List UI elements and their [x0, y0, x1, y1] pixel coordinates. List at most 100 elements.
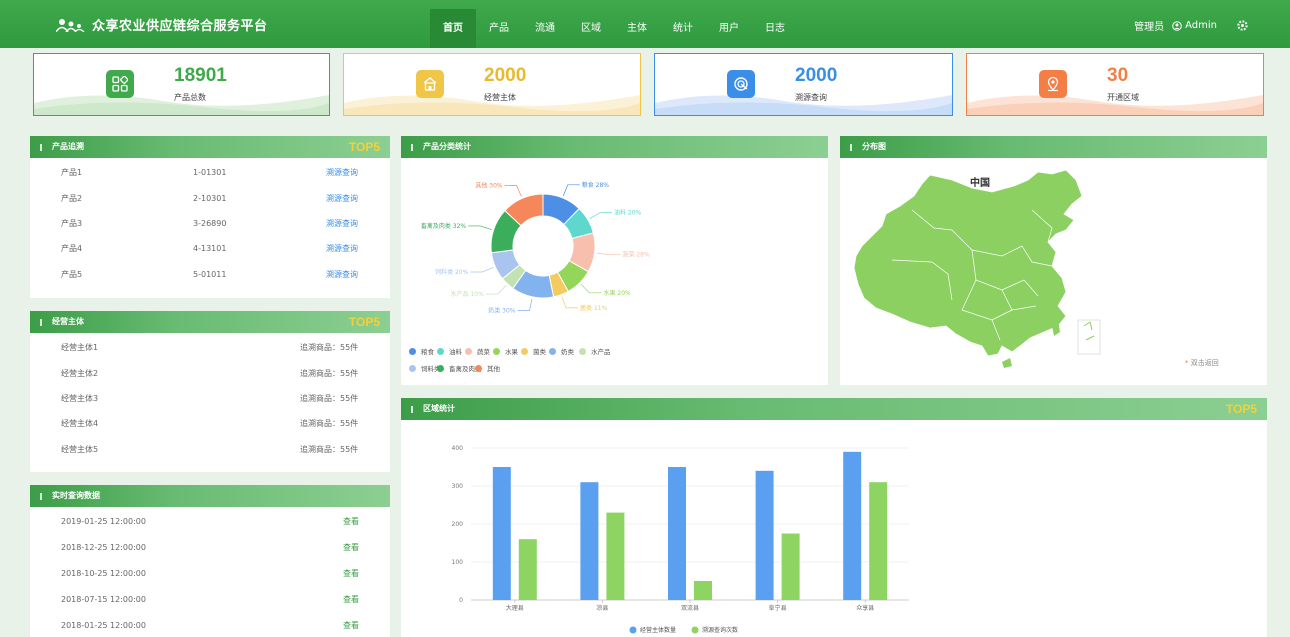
house-icon: [416, 70, 444, 98]
table-row: 产品1 1-01301 溯源查询: [30, 160, 390, 185]
legend-swatch: [409, 347, 416, 355]
settings-icon[interactable]: [1237, 20, 1248, 31]
donut-data-label: 畜禽及肉类 32%: [421, 222, 467, 230]
trace-query-link[interactable]: 溯源查询: [326, 186, 358, 211]
trace-query-link[interactable]: 溯源查询: [326, 236, 358, 261]
table-row: 产品2 2-10301 溯源查询: [30, 186, 390, 211]
trace-query-link[interactable]: 溯源查询: [326, 160, 358, 185]
table-row: 产品4 4-13101 溯源查询: [30, 236, 390, 261]
trace-query-link[interactable]: 溯源查询: [326, 262, 358, 287]
legend-swatch: [475, 364, 482, 372]
y-tick-label: 0: [459, 597, 463, 604]
region-bar-chart[interactable]: 0 100 200 300 400 大理县 凉县 双流县 阜宁县 众享县经营主体数量 溯源查询次数: [401, 420, 1267, 637]
legend-item[interactable]: 菌类: [521, 346, 546, 356]
legend-swatch: [409, 364, 416, 372]
nav-circulation[interactable]: 流通: [522, 9, 568, 48]
panel-title: 区域统计: [423, 404, 455, 413]
nav-entity[interactable]: 主体: [614, 9, 660, 48]
trace-query-link[interactable]: 溯源查询: [326, 211, 358, 236]
nav-region[interactable]: 区域: [568, 9, 614, 48]
stat-card-products[interactable]: 18901 产品总数: [33, 53, 330, 116]
list-item: 经营主体5 追溯商品：55件: [30, 437, 390, 462]
entity-name: 经营主体5: [61, 445, 99, 454]
bar-entities[interactable]: [580, 482, 599, 600]
view-link[interactable]: 查看: [343, 535, 359, 560]
bar-queries[interactable]: [694, 581, 712, 600]
product-name: 产品2: [61, 194, 83, 203]
top5-badge: TOP5: [348, 140, 380, 154]
legend-item[interactable]: 其他: [475, 363, 500, 373]
entity-info: 追溯商品：55件: [300, 445, 359, 454]
legend-label[interactable]: 溯源查询次数: [702, 626, 738, 634]
y-tick-label: 100: [452, 559, 464, 566]
donut-data-label: 其他 30%: [475, 182, 503, 190]
header-bar-icon: [40, 493, 42, 500]
x-tick-label: 凉县: [596, 604, 608, 612]
legend-label: 水果: [505, 348, 518, 356]
top-bar: 众享农业供应链综合服务平台 首页 产品 流通 区域 主体 统计 用户 日志 管理…: [0, 0, 1290, 48]
china-map[interactable]: [852, 170, 1112, 370]
product-name: 产品4: [61, 244, 83, 253]
brand[interactable]: 众享农业供应链综合服务平台: [56, 15, 268, 34]
legend-swatch[interactable]: [691, 626, 699, 634]
donut-data-label: 水产品 10%: [451, 290, 485, 298]
radar-icon: [727, 70, 755, 98]
legend-item[interactable]: 水产品: [579, 346, 611, 356]
bar-queries[interactable]: [869, 482, 888, 600]
legend-item[interactable]: 饲料类: [409, 363, 441, 373]
entity-info: 追溯商品：55件: [300, 419, 359, 428]
panel-title: 经营主体: [52, 317, 84, 326]
donut-leader-line: [470, 266, 494, 273]
legend-item[interactable]: 奶类: [549, 346, 574, 356]
legend-item[interactable]: 粮食: [409, 346, 434, 356]
donut-leader-line: [596, 252, 621, 255]
legend-item[interactable]: 水果: [493, 346, 518, 356]
donut-leader-line: [580, 284, 602, 294]
panel-title: 产品追溯: [52, 142, 84, 151]
donut-leader-line: [485, 285, 507, 295]
x-tick-label: 双流县: [681, 604, 699, 612]
view-link[interactable]: 查看: [343, 587, 359, 612]
panel-header: 经营主体 TOP5: [30, 311, 390, 333]
view-link[interactable]: 查看: [343, 561, 359, 586]
bar-queries[interactable]: [781, 533, 800, 601]
stat-value: 30: [1107, 65, 1129, 86]
bar-queries[interactable]: [518, 539, 537, 600]
panel-header: 分布图: [840, 136, 1267, 158]
bar-entities[interactable]: [843, 451, 862, 600]
panel-title: 产品分类统计: [423, 142, 471, 151]
nav-home[interactable]: 首页: [430, 9, 476, 48]
legend-label: 菌类: [533, 348, 546, 356]
bar-entities[interactable]: [755, 470, 774, 600]
nav-logs[interactable]: 日志: [752, 9, 798, 48]
product-name: 产品3: [61, 219, 83, 228]
view-link[interactable]: 查看: [343, 613, 359, 637]
stat-card-queries[interactable]: 2000 溯源查询: [654, 53, 953, 116]
stat-card-regions[interactable]: 30 开通区域: [966, 53, 1264, 116]
user-menu[interactable]: Admin: [1172, 20, 1217, 31]
legend-label[interactable]: 经营主体数量: [640, 626, 676, 634]
legend-label: 其他: [487, 365, 500, 373]
donut-data-label: 蔬菜 28%: [622, 251, 650, 259]
bar-queries[interactable]: [606, 512, 625, 600]
realtime-query-panel: 实时查询数据 2019-01-25 12:00:00 查看 2018-12-25…: [30, 485, 390, 637]
stat-card-entities[interactable]: 2000 经营主体: [343, 53, 641, 116]
legend-swatch[interactable]: [629, 626, 637, 634]
legend-item[interactable]: 蔬菜: [465, 346, 490, 356]
header-bar-icon: [850, 144, 852, 151]
legend-item[interactable]: 油料: [437, 346, 462, 356]
hint-marker: *: [1185, 359, 1189, 367]
nav-products[interactable]: 产品: [476, 9, 522, 48]
panel-header: 区域统计 TOP5: [401, 398, 1267, 420]
entity-info: 追溯商品：55件: [300, 343, 359, 352]
bar-entities[interactable]: [492, 467, 511, 600]
nav-statistics[interactable]: 统计: [660, 9, 706, 48]
view-link[interactable]: 查看: [343, 509, 359, 534]
x-tick-label: 众享县: [856, 604, 874, 612]
legend-label: 奶类: [561, 348, 574, 356]
nav-users[interactable]: 用户: [706, 9, 752, 48]
entity-info: 追溯商品：55件: [300, 394, 359, 403]
user-role: 管理员: [1134, 22, 1165, 33]
bar-entities[interactable]: [668, 467, 686, 600]
table-row: 产品3 3-26890 溯源查询: [30, 211, 390, 236]
